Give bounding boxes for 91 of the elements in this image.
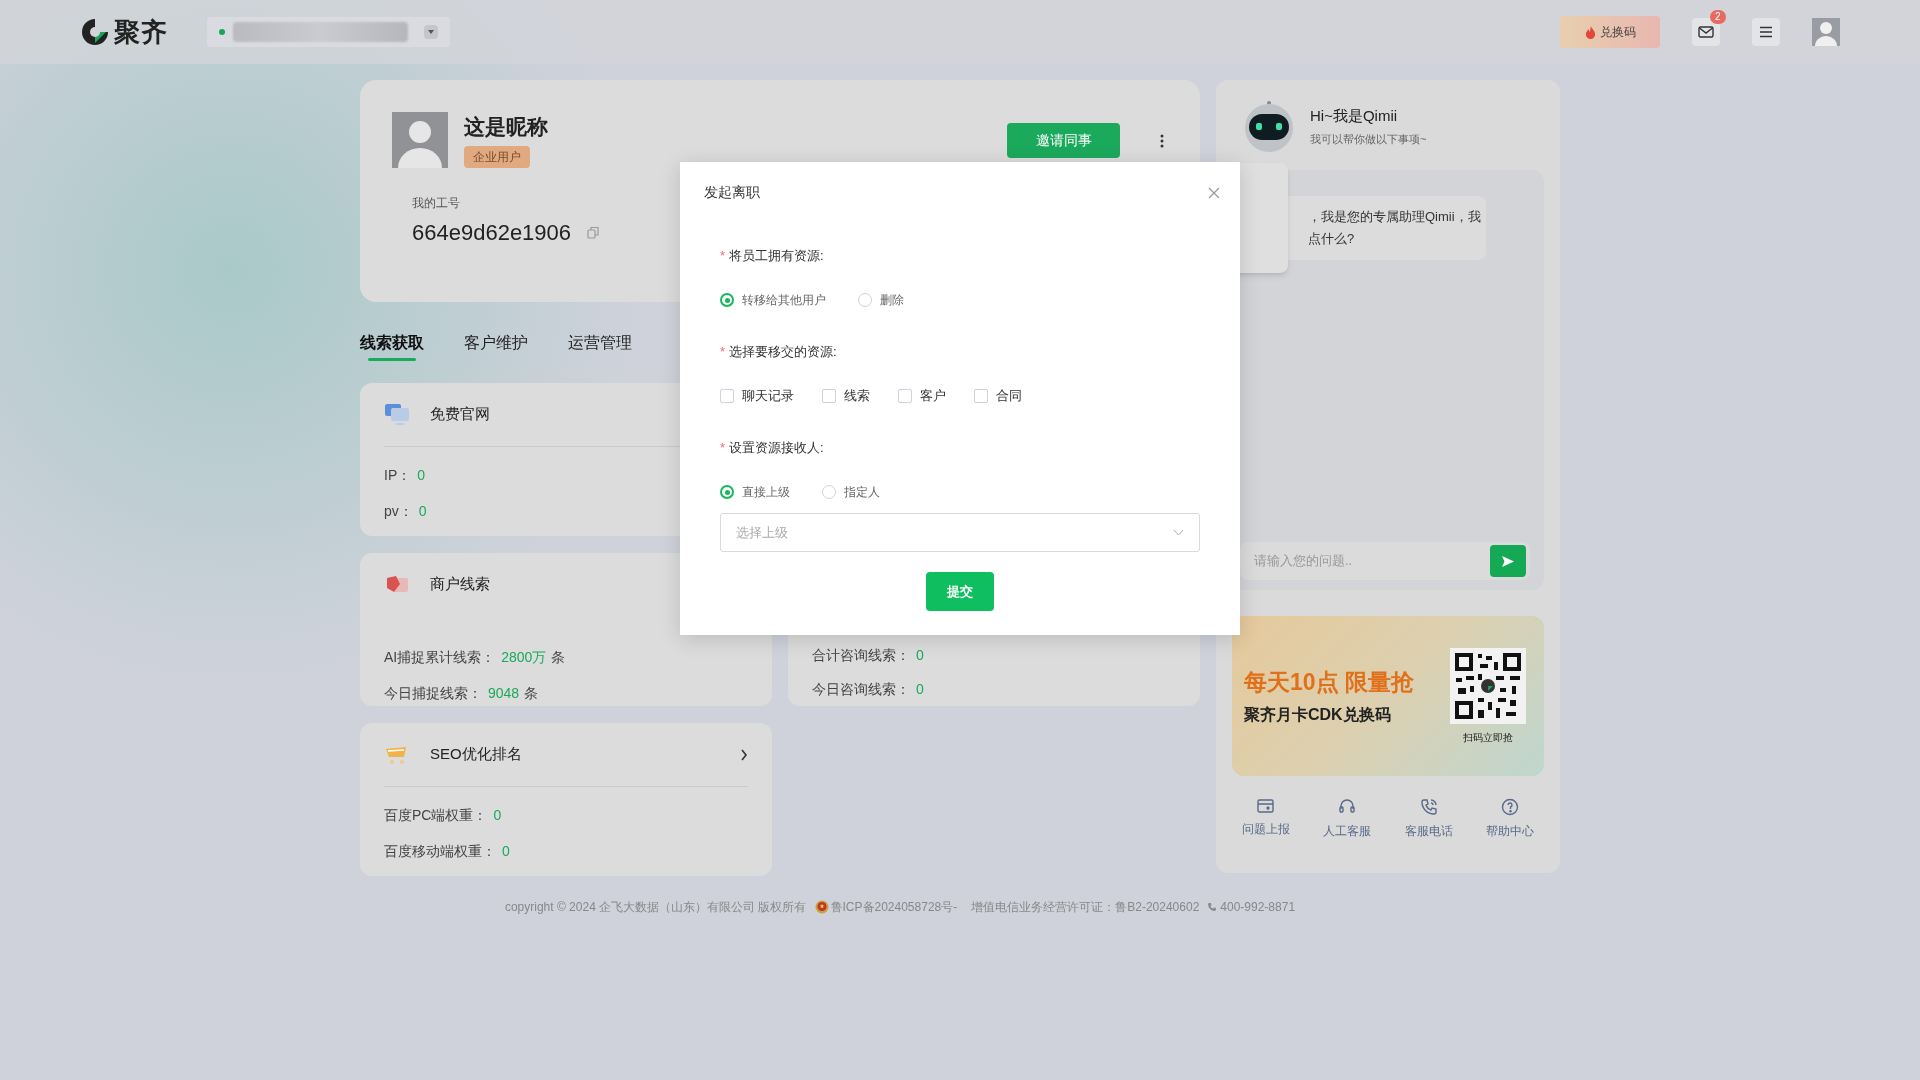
copy-icon[interactable]: [587, 226, 600, 239]
stat-label: pv：: [384, 501, 413, 521]
banner-subline: 聚齐月卡CDK兑换码: [1244, 705, 1392, 726]
stat-value: 0: [502, 841, 510, 861]
mail-icon: [1698, 26, 1714, 38]
logo-icon: [80, 17, 110, 47]
redeem-button[interactable]: 兑换码: [1560, 16, 1660, 48]
radio-option[interactable]: 转移给其他用户: [720, 291, 826, 309]
help-icon: [1501, 798, 1519, 816]
stat-value: 2800万: [501, 647, 547, 667]
stat-label: IP：: [384, 465, 412, 485]
headset-icon: [1338, 798, 1357, 816]
caret-icon: [424, 25, 439, 39]
quick-link[interactable]: 人工客服: [1317, 798, 1378, 840]
qr-caption: 扫码立即抢: [1463, 730, 1513, 745]
emblem-icon: [814, 900, 829, 914]
tab[interactable]: 线索获取: [360, 324, 424, 361]
robot-icon: [1244, 100, 1294, 152]
report-icon: [1257, 798, 1275, 814]
employee-id-label: 我的工号: [412, 195, 461, 212]
card-title: 商户线索: [430, 574, 490, 595]
card-title: SEO优化排名: [430, 744, 522, 765]
phone-number: 400-992-8871: [1220, 899, 1296, 916]
stat-label: 合计咨询线索：: [812, 646, 910, 666]
company-selector[interactable]: [207, 17, 451, 47]
checkbox-icon[interactable]: [898, 389, 912, 403]
stat-label: 百度移动端权重：: [384, 841, 496, 861]
checkbox-option[interactable]: 客户: [898, 386, 946, 406]
employee-id: 664e9d62e1906: [412, 219, 572, 247]
quick-link[interactable]: 问题上报: [1236, 798, 1296, 840]
send-button[interactable]: [1490, 545, 1526, 577]
close-icon[interactable]: [1208, 186, 1220, 199]
radio-option[interactable]: 指定人: [822, 483, 880, 501]
stat-value: 0: [916, 679, 924, 699]
tab[interactable]: 客户维护: [464, 324, 528, 361]
stat-label: 今日捕捉线索：: [384, 683, 482, 703]
required-mark: *: [720, 343, 726, 362]
select-placeholder: 选择上级: [736, 523, 788, 542]
stat-label: 百度PC端权重：: [384, 805, 488, 825]
tab[interactable]: 运营管理: [568, 324, 632, 361]
checkbox-option[interactable]: 线索: [822, 386, 870, 406]
monitor-icon: [384, 402, 410, 427]
checkbox-option[interactable]: 合同: [974, 386, 1022, 406]
stat-unit: 条: [551, 647, 566, 667]
stat-value: 9048: [488, 683, 520, 703]
card-title: 免费官网: [430, 404, 490, 425]
field-label: 将员工拥有资源:: [729, 247, 824, 266]
checkbox-icon[interactable]: [720, 389, 734, 403]
radio-option[interactable]: 直接上级: [720, 483, 790, 501]
stat-unit: 条: [524, 683, 539, 703]
checkbox-option[interactable]: 聊天记录: [720, 386, 794, 406]
stat-value: 0: [916, 646, 924, 666]
promo-banner[interactable]: 每天10点 限量抢 聚齐月卡CDK兑换码 扫码立即抢: [1232, 616, 1544, 776]
dialog-title: 发起离职: [704, 183, 760, 202]
quick-link[interactable]: 客服电话: [1398, 798, 1459, 840]
required-mark: *: [720, 247, 726, 266]
license-text: 增值电信业务经营许可证：鲁B2-20240602: [971, 899, 1200, 916]
assistant-subtitle: 我可以帮你做以下事项~: [1310, 132, 1427, 147]
assistant-title: Hi~我是Qimii: [1310, 105, 1399, 126]
flame-icon: [1584, 25, 1596, 39]
stat-value: 0: [418, 501, 427, 521]
chevron-right-icon[interactable]: [740, 748, 748, 761]
mail-button[interactable]: [1692, 18, 1720, 46]
menu-icon[interactable]: [1752, 18, 1780, 46]
phone-icon: [1207, 902, 1218, 912]
user-avatar[interactable]: [1812, 18, 1840, 46]
notification-badge: 2: [1710, 10, 1726, 24]
chevron-down-icon: [1173, 529, 1184, 536]
nickname: 这是昵称: [464, 114, 548, 140]
field-label: 选择要移交的资源:: [729, 343, 837, 362]
stat-label: AI捕捉累计线索：: [384, 647, 496, 667]
required-mark: *: [720, 439, 726, 458]
field-label: 设置资源接收人:: [729, 439, 824, 458]
banner-headline: 每天10点 限量抢: [1244, 667, 1414, 697]
stat-value: 0: [493, 805, 502, 825]
send-icon: [1501, 554, 1515, 568]
qr-code-icon: [1450, 647, 1526, 724]
radio-icon[interactable]: [720, 293, 734, 307]
input-placeholder: 请输入您的问题..: [1254, 552, 1353, 571]
checkbox-icon[interactable]: [822, 389, 836, 403]
user-type-tag: 企业用户: [464, 146, 530, 168]
phone-icon: [1419, 798, 1438, 816]
radio-option[interactable]: 删除: [858, 291, 904, 309]
radio-icon[interactable]: [720, 485, 734, 499]
checkbox-icon[interactable]: [974, 389, 988, 403]
copyright-text: copyright © 2024 企飞大数据（山东）有限公司 版权所有: [504, 899, 807, 916]
stat-value: 0: [417, 465, 426, 485]
quick-link[interactable]: 帮助中心: [1480, 798, 1540, 840]
avatar-placeholder: [392, 112, 448, 168]
logo-text: 聚齐: [114, 15, 168, 49]
stat-label: 今日咨询线索：: [812, 679, 910, 699]
